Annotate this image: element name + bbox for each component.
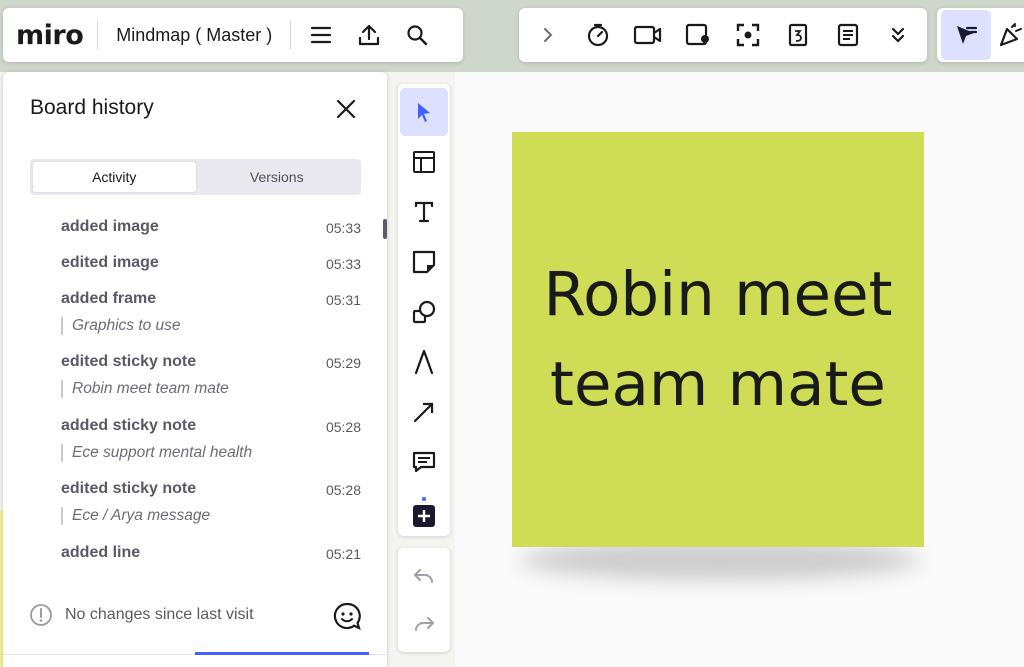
redo-icon[interactable] bbox=[400, 600, 448, 648]
comment-icon[interactable] bbox=[400, 438, 448, 486]
focus-icon[interactable] bbox=[728, 15, 768, 55]
activity-time: 05:28 bbox=[325, 482, 361, 498]
activity-action: added sticky note bbox=[61, 417, 197, 434]
select-cursor-icon[interactable] bbox=[941, 10, 991, 60]
calendar-icon[interactable] bbox=[778, 15, 818, 55]
select-icon[interactable] bbox=[400, 88, 448, 136]
text-icon[interactable] bbox=[400, 188, 448, 236]
active-tab-indicator bbox=[195, 652, 369, 655]
activity-action: edited image bbox=[61, 254, 159, 271]
top-right-bar bbox=[937, 8, 1024, 62]
close-icon[interactable] bbox=[329, 92, 363, 126]
chevron-right-icon[interactable] bbox=[528, 15, 568, 55]
list-item[interactable]: edited sticky note 05:28 Ece / Arya mess… bbox=[61, 480, 361, 525]
chevron-double-down-icon[interactable] bbox=[878, 15, 918, 55]
sticky-note-icon[interactable] bbox=[400, 238, 448, 286]
top-center-bar bbox=[519, 8, 927, 62]
no-changes-text: No changes since last visit bbox=[65, 606, 254, 623]
shapes-icon[interactable] bbox=[400, 288, 448, 336]
list-item[interactable]: added line 05:21 bbox=[61, 544, 361, 562]
undo-redo-bar bbox=[398, 548, 450, 652]
info-icon bbox=[29, 603, 53, 632]
activity-time: 05:21 bbox=[325, 546, 361, 562]
creation-toolbar bbox=[398, 84, 450, 536]
scrollbar-thumb[interactable] bbox=[383, 219, 387, 239]
list-item[interactable]: edited sticky note 05:29 Robin meet team… bbox=[61, 353, 361, 398]
divider bbox=[97, 21, 99, 49]
list-item[interactable]: added frame 05:31 Graphics to use bbox=[61, 290, 361, 335]
miro-logo[interactable]: miro bbox=[16, 20, 84, 51]
activity-time: 05:31 bbox=[325, 292, 361, 308]
upload-icon[interactable] bbox=[349, 15, 389, 55]
list-item[interactable]: added sticky note 05:28 Ece support ment… bbox=[61, 417, 361, 462]
top-left-bar: miro Mindmap ( Master ) bbox=[3, 8, 463, 62]
activity-detail: Graphics to use bbox=[61, 317, 361, 335]
board-title[interactable]: Mindmap ( Master ) bbox=[116, 25, 272, 46]
history-tabs: Activity Versions bbox=[30, 159, 361, 195]
arrow-icon[interactable] bbox=[400, 388, 448, 436]
pen-icon[interactable] bbox=[400, 338, 448, 386]
menu-icon[interactable] bbox=[301, 15, 341, 55]
templates-icon[interactable] bbox=[400, 138, 448, 186]
more-tools-icon[interactable] bbox=[400, 488, 448, 536]
activity-action: added line bbox=[61, 544, 141, 561]
activity-detail: Ece / Arya message bbox=[61, 507, 361, 525]
activity-time: 05:29 bbox=[325, 355, 361, 371]
card-icon[interactable] bbox=[678, 15, 718, 55]
list-item[interactable]: added image 05:33 bbox=[61, 218, 361, 236]
activity-time: 05:28 bbox=[325, 419, 361, 435]
tab-versions[interactable]: Versions bbox=[196, 162, 359, 192]
video-icon[interactable] bbox=[628, 15, 668, 55]
list-item[interactable]: edited image 05:33 bbox=[61, 254, 361, 272]
activity-action: edited sticky note bbox=[61, 353, 197, 370]
divider bbox=[290, 21, 292, 49]
activity-action: added image bbox=[61, 218, 159, 235]
board-history-panel: Board history Activity Versions added im… bbox=[3, 72, 387, 667]
tab-activity[interactable]: Activity bbox=[33, 162, 196, 192]
celebrate-icon[interactable] bbox=[991, 15, 1024, 55]
activity-detail: Ece support mental health bbox=[61, 444, 361, 462]
notes-icon[interactable] bbox=[828, 15, 868, 55]
feedback-icon[interactable] bbox=[330, 599, 364, 633]
sticky-note-text[interactable]: Robin meet team mate bbox=[528, 250, 908, 430]
activity-action: edited sticky note bbox=[61, 480, 197, 497]
undo-icon[interactable] bbox=[400, 552, 448, 600]
activity-time: 05:33 bbox=[325, 256, 361, 272]
activity-action: added frame bbox=[61, 290, 157, 307]
search-icon[interactable] bbox=[397, 15, 437, 55]
timer-icon[interactable] bbox=[578, 15, 618, 55]
panel-title: Board history bbox=[30, 96, 154, 119]
activity-time: 05:33 bbox=[325, 220, 361, 236]
activity-detail: Robin meet team mate bbox=[61, 380, 361, 398]
sticky-note[interactable]: Robin meet team mate bbox=[512, 132, 924, 547]
